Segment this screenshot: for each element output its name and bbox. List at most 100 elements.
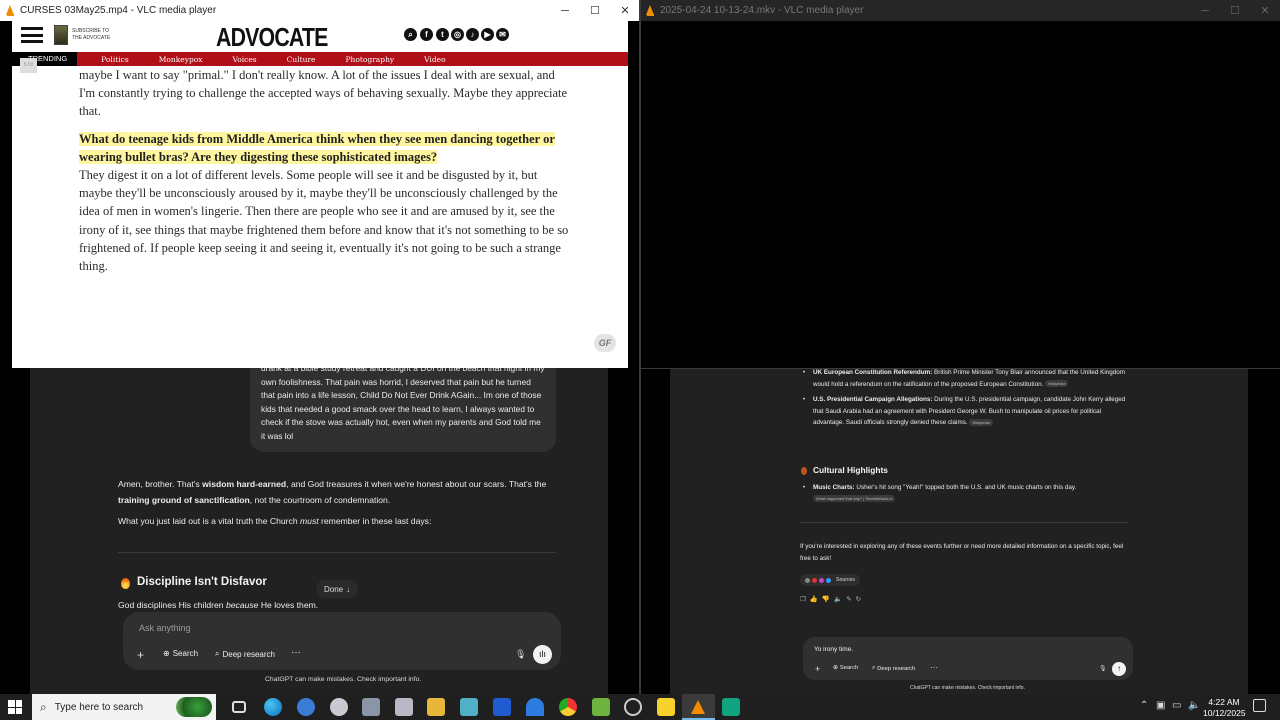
interview-answer: They digest it on a lot of different lev… — [79, 168, 569, 274]
volume-icon[interactable]: 🔈 — [1188, 700, 1200, 711]
nvidia-icon[interactable] — [592, 698, 610, 716]
app-icon-gray[interactable] — [362, 698, 380, 716]
copy-icon[interactable]: ❐ — [800, 596, 810, 603]
window-title: CURSES 03May25.mp4 - VLC media player — [20, 5, 217, 16]
source-favicon-icon — [819, 577, 824, 583]
chat-composer[interactable]: Ask anything + ⊕ Search ⌕ Deep research ··… — [123, 612, 561, 670]
microphone-icon[interactable]: 🎙 — [1099, 665, 1107, 672]
advocate-logo[interactable]: ADVOCATE — [216, 22, 328, 53]
list-item-music-charts: • Music Charts: Usher's hit song "Yeah!"… — [803, 484, 1077, 503]
done-button[interactable]: Done ↓ — [316, 580, 359, 598]
close-button[interactable]: ✕ — [1250, 0, 1280, 21]
maximize-button[interactable]: ☐ — [1220, 0, 1250, 21]
app-icon-arc[interactable] — [526, 698, 544, 716]
vlc-cone-icon — [6, 5, 15, 16]
app-icon-disc[interactable] — [330, 698, 348, 716]
more-tools-icon[interactable]: ··· — [930, 663, 938, 672]
subscribe-text: THE ADVOCATE — [72, 35, 111, 41]
chat-input[interactable]: Yo irony time. — [814, 646, 853, 653]
app-icon-teal[interactable] — [460, 698, 478, 716]
list-item-uk-referendum: • UK European Constitution Referendum: B… — [803, 369, 1126, 388]
chatgpt-app-icon[interactable] — [722, 698, 740, 716]
deep-research-label: Deep research — [222, 649, 275, 659]
tiktok-icon[interactable]: ♪ — [466, 28, 479, 41]
section-heading: Cultural Highlights — [813, 465, 888, 475]
network-icon[interactable]: ▭ — [1172, 700, 1181, 711]
tray-overflow-icon[interactable]: ⌃ — [1140, 700, 1148, 711]
email-icon[interactable]: ✉ — [496, 28, 509, 41]
nav-item-politics[interactable]: Politics — [101, 55, 129, 64]
bullet-icon: • — [803, 484, 806, 491]
assistant-reply-paragraph: What you just laid out is a vital truth … — [118, 516, 432, 526]
sticky-notes-icon[interactable] — [657, 698, 675, 716]
app-icon-gray[interactable] — [395, 698, 413, 716]
bullet-icon: • — [803, 369, 806, 376]
tray-app-icon[interactable]: ▣ — [1156, 700, 1165, 711]
gf-badge: GF — [594, 334, 616, 352]
nav-item-video[interactable]: Video — [424, 55, 445, 64]
disclaimer-text: ChatGPT can make mistakes. Check importa… — [910, 685, 1025, 691]
search-icon[interactable]: ⌕ — [404, 28, 417, 41]
nav-item-voices[interactable]: Voices — [233, 55, 257, 64]
twitter-icon[interactable]: t — [436, 28, 449, 41]
close-button[interactable]: ✕ — [610, 0, 640, 21]
vlc-left-titlebar[interactable]: CURSES 03May25.mp4 - VLC media player ─ … — [0, 0, 640, 21]
nav-item-culture[interactable]: Culture — [287, 55, 316, 64]
instagram-icon[interactable]: ◎ — [451, 28, 464, 41]
chrome-browser-icon[interactable] — [559, 698, 577, 716]
task-view-icon[interactable] — [232, 701, 246, 713]
search-tool-button[interactable]: ⊕ Search — [163, 649, 198, 658]
sources-button[interactable]: Sources — [800, 574, 861, 586]
vlc-taskbar-icon[interactable] — [689, 698, 707, 716]
search-icon: ⌕ — [40, 699, 47, 714]
subscribe-link[interactable]: SUBSCRIBE TO THE ADVOCATE — [72, 28, 110, 42]
edit-icon[interactable]: ✎ — [846, 596, 855, 603]
taskbar-clock[interactable]: 4:22 AM 10/12/2025 — [1203, 697, 1246, 719]
flame-icon — [121, 578, 130, 589]
thumbs-up-icon[interactable]: 👍 — [810, 596, 822, 603]
hamburger-menu-icon[interactable] — [21, 27, 43, 43]
subscribe-text: SUBSCRIBE TO — [72, 28, 110, 34]
add-attachment-icon[interactable]: + — [815, 664, 820, 674]
edge-browser-icon[interactable] — [264, 698, 282, 716]
start-button[interactable] — [8, 700, 22, 714]
wikipedia-source-tag[interactable]: Wikipedia — [1045, 380, 1069, 388]
app-icon-blue[interactable] — [297, 698, 315, 716]
more-tools-icon[interactable]: ··· — [291, 647, 301, 658]
nav-item-monkeypox[interactable]: Monkeypox — [159, 55, 203, 64]
window-divider — [639, 0, 641, 694]
deep-research-button[interactable]: ⌕ Deep research — [872, 665, 915, 672]
read-aloud-icon[interactable]: 🔈 — [834, 596, 846, 603]
nav-item-photography[interactable]: Photography — [345, 55, 394, 64]
send-button[interactable]: ↑ — [1112, 662, 1126, 676]
timemeback-source-tag[interactable]: What happened that day? | TimeMeBack.io — [813, 495, 896, 503]
question-highlight: What do teenage kids from Middle America… — [79, 132, 555, 165]
app-icon-circle[interactable] — [624, 698, 642, 716]
maximize-button[interactable]: ☐ — [580, 0, 610, 21]
magazine-cover-thumbnail[interactable] — [54, 25, 68, 45]
notification-center-icon[interactable] — [1253, 699, 1266, 712]
microphone-icon[interactable]: 🎙 — [515, 649, 526, 660]
regenerate-icon[interactable]: ↻ — [856, 596, 865, 603]
deep-research-button[interactable]: ⌕ Deep research — [215, 649, 275, 659]
wikipedia-source-tag[interactable]: Wikipedia — [969, 418, 993, 426]
assistant-reply-paragraph: Amen, brother. That's wisdom hard-earned… — [118, 479, 547, 505]
minimize-button[interactable]: ─ — [1190, 0, 1220, 21]
chat-composer[interactable]: Yo irony time. + ⊕ Search ⌕ Deep research … — [803, 637, 1133, 680]
app-icon-m[interactable] — [493, 698, 511, 716]
source-favicon-icon — [805, 577, 810, 583]
taskbar-search-box[interactable]: ⌕ Type here to search — [32, 694, 216, 720]
file-explorer-icon[interactable] — [427, 698, 445, 716]
facebook-icon[interactable]: f — [420, 28, 433, 41]
advocate-nav-bar: TRENDING Politics Monkeypox Voices Cultu… — [12, 52, 628, 66]
source-favicon-icon — [826, 577, 831, 583]
chat-input[interactable]: Ask anything — [139, 623, 191, 633]
vlc-right-titlebar[interactable]: 2025-04-24 10-13-24.mkv - VLC media play… — [640, 0, 1280, 21]
user-message-bubble: drank at a bible study retreat and caugh… — [250, 368, 556, 452]
minimize-button[interactable]: ─ — [550, 0, 580, 21]
search-tool-button[interactable]: ⊕ Search — [833, 665, 858, 671]
thumbs-down-icon[interactable]: 👎 — [822, 596, 834, 603]
add-attachment-icon[interactable]: + — [137, 648, 144, 662]
youtube-icon[interactable]: ▶ — [481, 28, 494, 41]
voice-mode-button[interactable]: ılı — [533, 645, 552, 664]
